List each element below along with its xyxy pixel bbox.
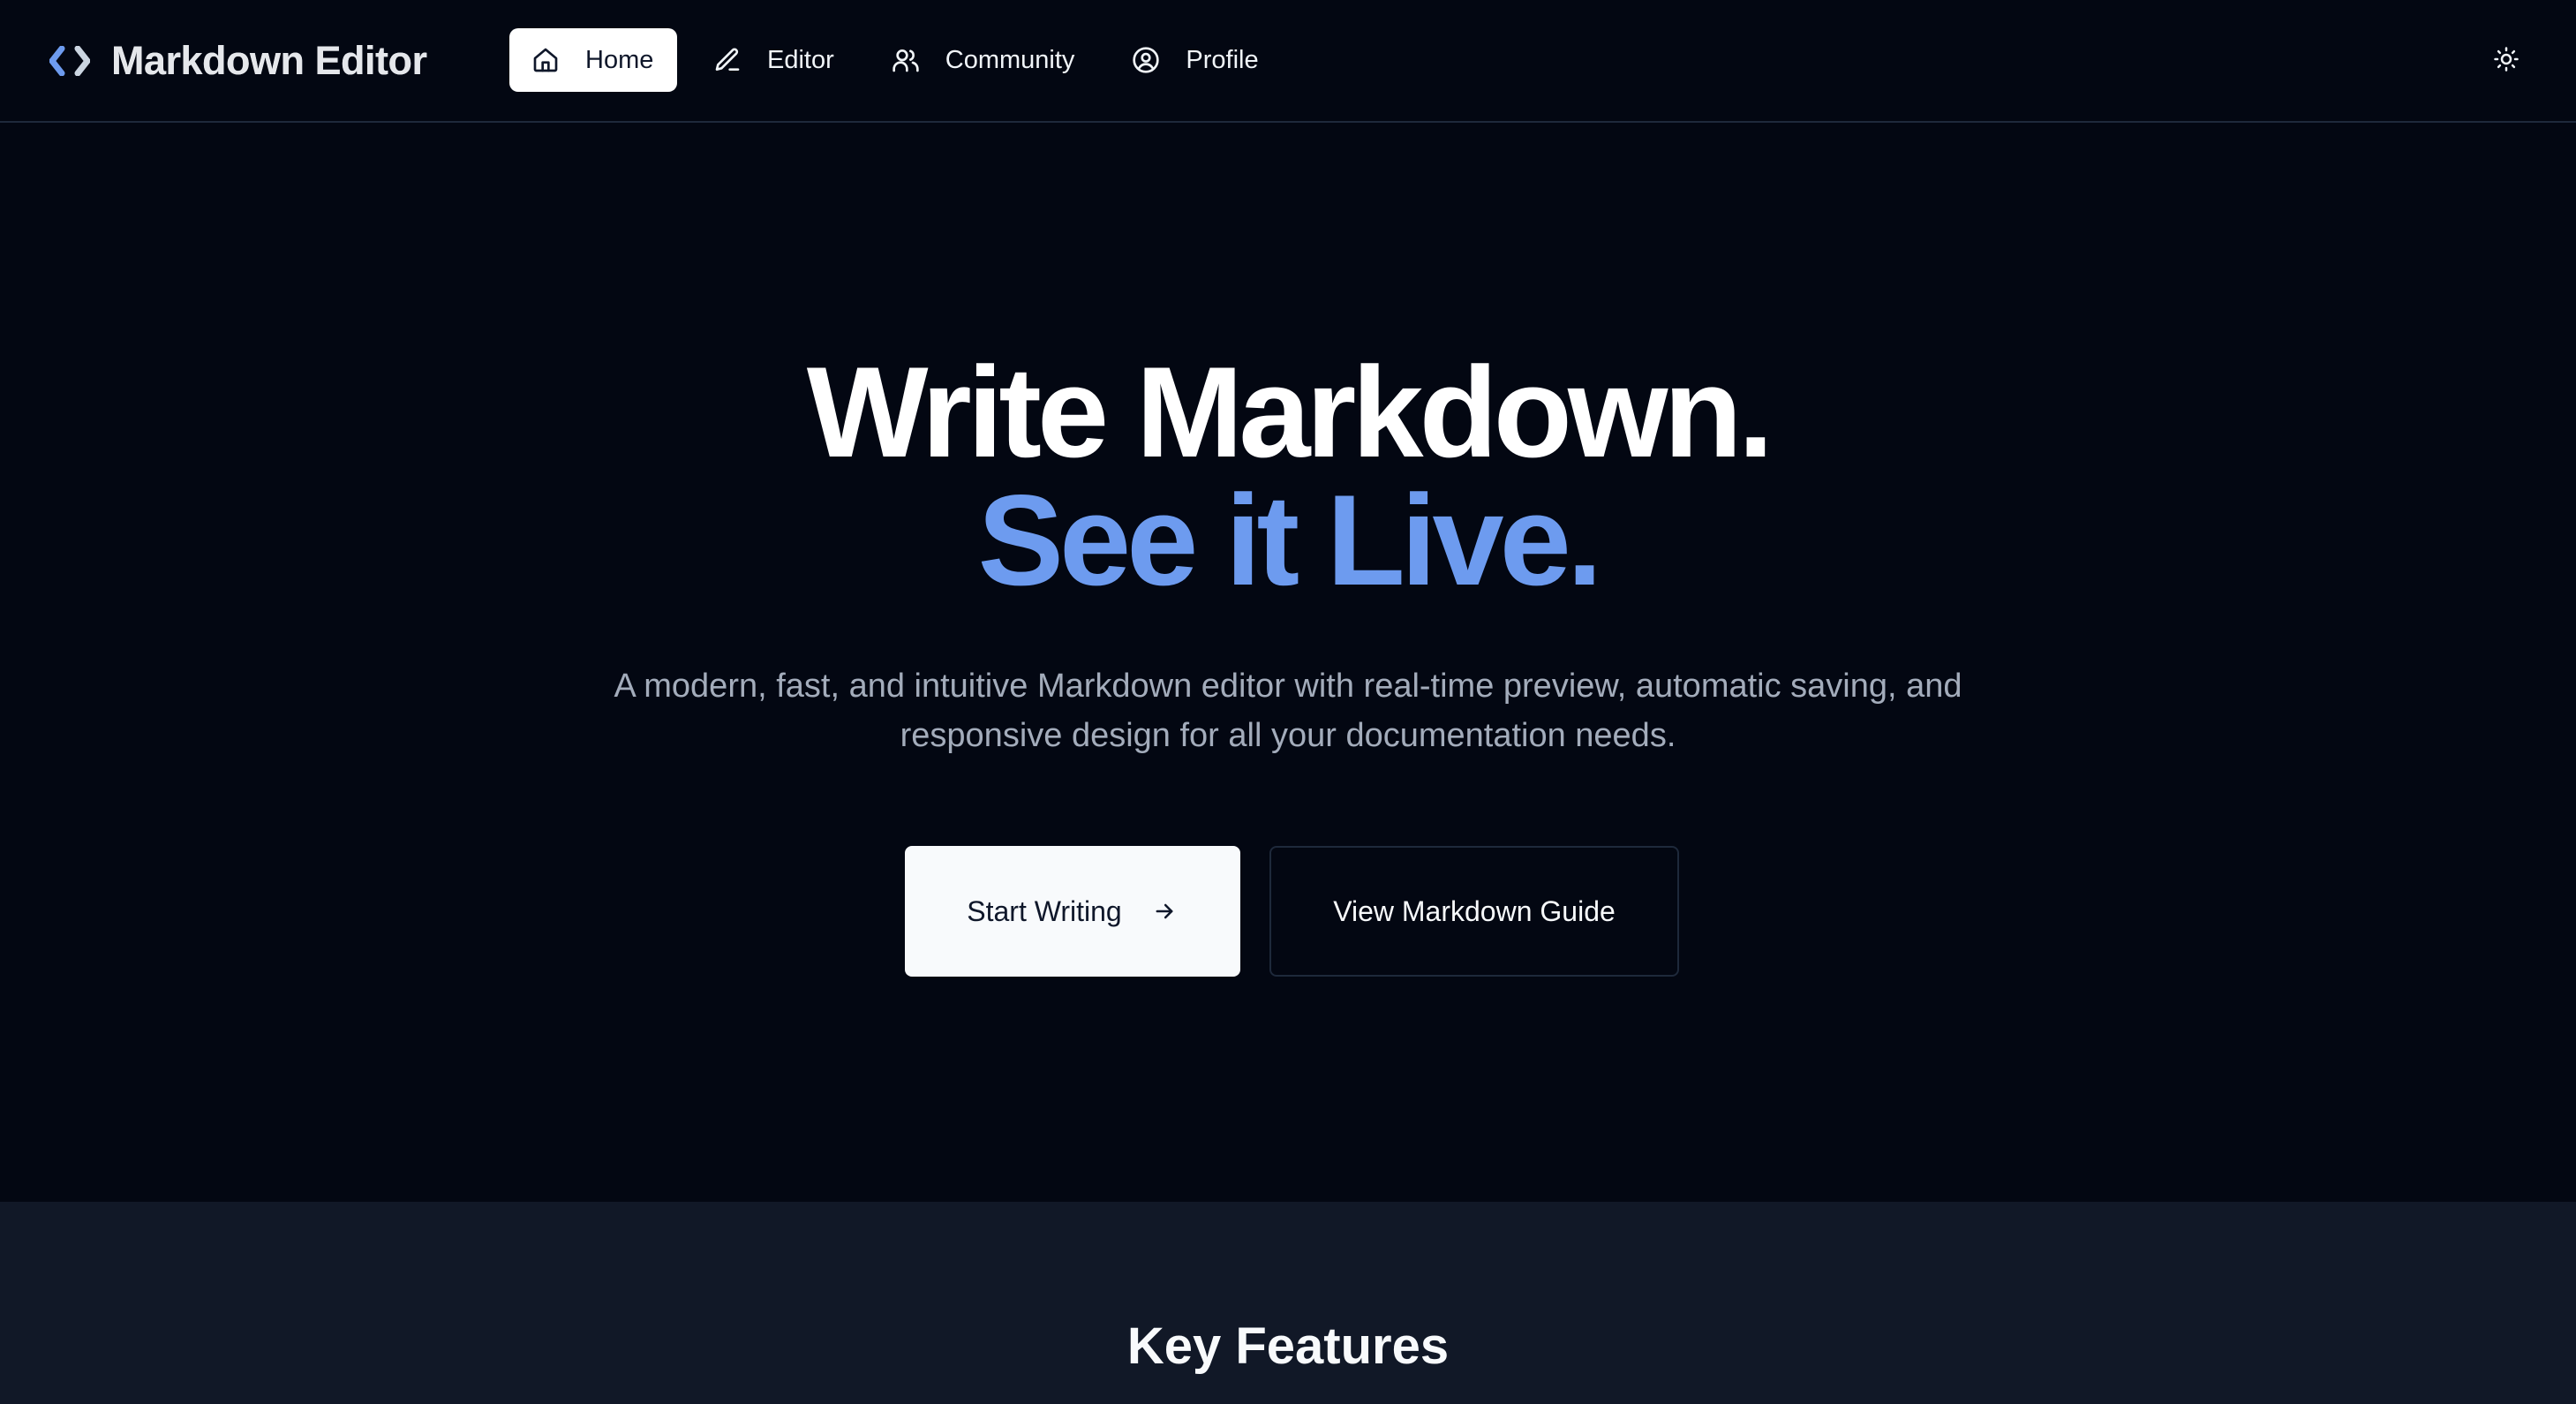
code-brackets-icon xyxy=(49,41,90,81)
hero-description: A modern, fast, and intuitive Markdown e… xyxy=(614,668,1962,754)
pencil-icon xyxy=(712,45,742,75)
hero-title-line-1: Write Markdown. xyxy=(806,340,1774,484)
user-circle-icon xyxy=(1131,45,1161,75)
nav-item-label: Home xyxy=(585,45,654,74)
home-icon xyxy=(531,45,561,75)
hero-title-line-2: See it Live. xyxy=(977,468,1603,612)
nav-item-home[interactable]: Home xyxy=(509,28,677,92)
nav-item-community[interactable]: Community xyxy=(870,28,1096,92)
start-writing-button[interactable]: Start Writing xyxy=(905,846,1240,977)
features-title: Key Features xyxy=(1126,1317,1450,1375)
nav-item-label: Community xyxy=(945,45,1075,74)
nav-item-label: Profile xyxy=(1186,45,1259,74)
arrow-right-icon xyxy=(1152,898,1179,925)
nav-item-label: Editor xyxy=(767,45,834,74)
features-section: Key Features xyxy=(0,1202,2576,1404)
top-navbar: Markdown Editor Home Editor Community Pr… xyxy=(0,0,2576,123)
brand-name: Markdown Editor xyxy=(111,38,427,83)
theme-toggle-button[interactable] xyxy=(2486,41,2527,81)
sun-icon xyxy=(2493,46,2520,77)
hero-section: Write Markdown. See it Live. A modern, f… xyxy=(0,123,2576,1202)
brand-logo[interactable]: Markdown Editor xyxy=(49,38,427,83)
view-markdown-guide-button[interactable]: View Markdown Guide xyxy=(1269,846,1679,977)
start-writing-label: Start Writing xyxy=(967,894,1122,927)
users-icon xyxy=(891,45,921,75)
main-nav: Home Editor Community Profile xyxy=(509,28,1280,92)
nav-item-profile[interactable]: Profile xyxy=(1110,28,1279,92)
view-guide-label: View Markdown Guide xyxy=(1333,894,1616,927)
hero-actions: Start Writing View Markdown Guide xyxy=(905,846,1679,977)
nav-item-editor[interactable]: Editor xyxy=(691,28,855,92)
